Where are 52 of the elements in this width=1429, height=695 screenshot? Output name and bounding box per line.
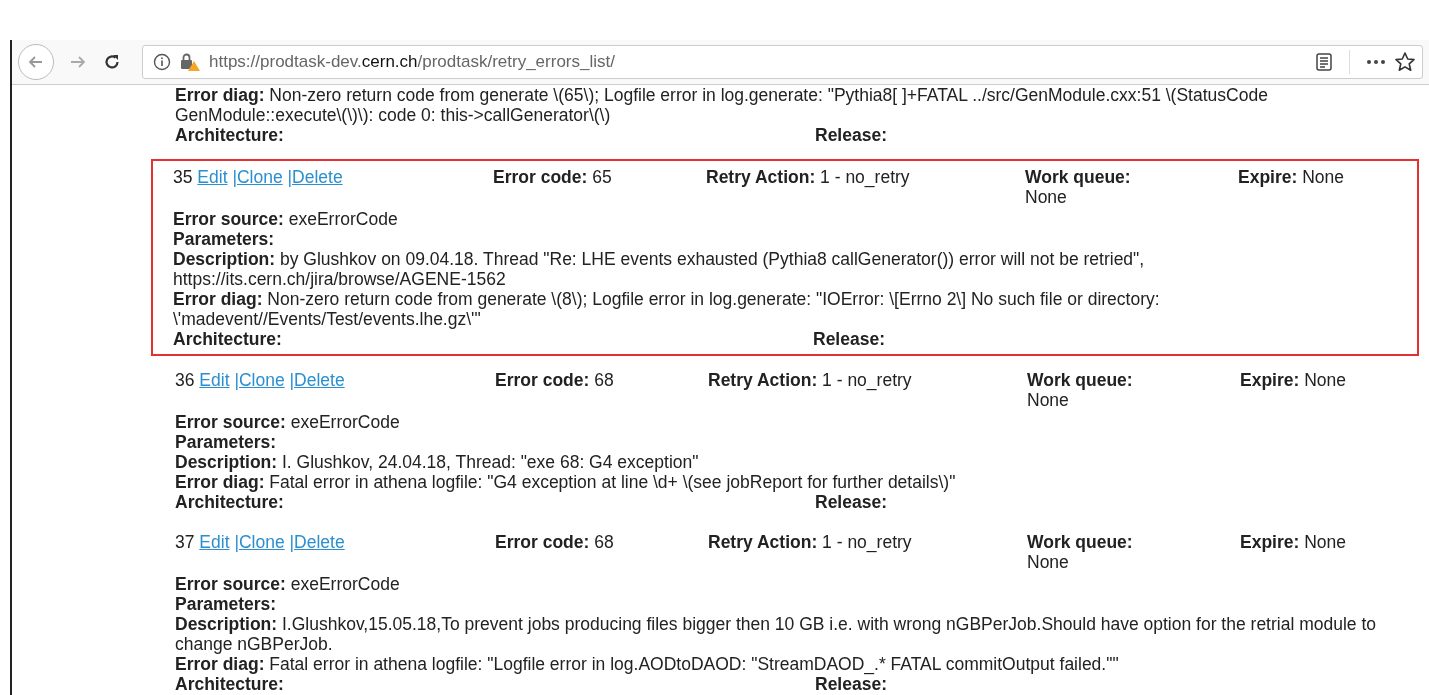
- record-field: Description: by Glushkov on 09.04.18. Thread "Re: LHE events exhausted (Pythia8 callGenerator()) error will not be retried", https://its.cern.ch/jira/browse/AGENE-1562: [173, 249, 1407, 289]
- record-field: Architecture:: [175, 492, 815, 512]
- record-field: Retry Action: 1 - no_retry: [708, 532, 1027, 552]
- record-field: Description: I.Glushkov,15.05.18,To prevent jobs producing files bigger then 10 GB i.e. with wrong nGBPerJob.Should have option for the retrial module to change nGBPerJob.: [175, 614, 1409, 654]
- star-icon[interactable]: [1394, 51, 1416, 73]
- lock-warning-icon[interactable]: [179, 52, 201, 72]
- record-field: Release:: [813, 329, 885, 349]
- record-id: 35: [173, 167, 193, 187]
- record-field: Work queue: None: [1027, 532, 1167, 572]
- action-link[interactable]: |Delete: [289, 532, 345, 552]
- record-field: Work queue: None: [1027, 370, 1167, 410]
- reader-view-icon[interactable]: [1315, 52, 1333, 72]
- record-field: Error diag: Fatal error in athena logfile: "G4 exception at line \d+ \(see jobReport for further details\)": [175, 472, 1409, 492]
- record-field: Error source: exeErrorCode: [175, 574, 1409, 594]
- action-link[interactable]: Edit: [197, 167, 228, 187]
- url-text: https://prodtask-dev.cern.ch/prodtask/retry_errors_list/: [209, 52, 615, 72]
- record-field: Release:: [815, 492, 887, 512]
- action-link[interactable]: |Clone: [234, 532, 285, 552]
- action-link[interactable]: |Delete: [289, 370, 345, 390]
- record-field: Release:: [815, 125, 887, 145]
- record-field: Description: I. Glushkov, 24.04.18, Thread: "exe 68: G4 exception": [175, 452, 1409, 472]
- record-field: Error diag: Fatal error in athena logfile: "Logfile error in log.AODtoDAOD: "StreamDAOD_.* FATAL commitOutput failed."": [175, 654, 1409, 674]
- action-link[interactable]: |Delete: [287, 167, 343, 187]
- record-field: Error code: 65: [493, 167, 706, 187]
- record-id: 36: [175, 370, 195, 390]
- record-field: Retry Action: 1 - no_retry: [706, 167, 1025, 187]
- record-field: Error code: 68: [495, 370, 708, 390]
- record-field: Architecture:: [173, 329, 813, 349]
- record-field: Error diag: Non-zero return code from generate \(8\); Logfile error in log.generate: "IOError: \[Errno 2\] No such file or directory: \'madevent//Events/Test/events.lhe.gz\'": [173, 289, 1407, 329]
- record-field: Parameters:: [173, 229, 1407, 249]
- record-field: Error source: exeErrorCode: [175, 412, 1409, 432]
- info-icon[interactable]: [153, 53, 171, 71]
- record-field: Expire: None: [1238, 167, 1345, 187]
- record-field: Work queue: None: [1025, 167, 1165, 207]
- record-field: Retry Action: 1 - no_retry: [708, 370, 1027, 390]
- record-field: Error code: 68: [495, 532, 708, 552]
- record-field: Architecture:: [175, 125, 815, 145]
- action-link[interactable]: |Clone: [232, 167, 283, 187]
- record-field: Release:: [815, 674, 887, 694]
- record-field: Parameters:: [175, 594, 1409, 614]
- record-field: Expire: None: [1240, 532, 1347, 552]
- record-field: Error diag: Non-zero return code from generate \(65\); Logfile error in log.generate: "Pythia8[ ]+FATAL ../src/GenModule.cxx:51 \(StatusCode GenModule::execute\(\)\): code 0: this->callGenerator\(\): [175, 85, 1409, 125]
- record-field: Error source: exeErrorCode: [173, 209, 1407, 229]
- record-id: 37: [175, 532, 195, 552]
- more-icon[interactable]: [1366, 59, 1386, 65]
- record-field: Architecture:: [175, 674, 815, 694]
- address-bar[interactable]: https://prodtask-dev.cern.ch/prodtask/retry_errors_list/: [142, 45, 1423, 79]
- action-link[interactable]: |Clone: [234, 370, 285, 390]
- record-field: Expire: None: [1240, 370, 1347, 390]
- action-link[interactable]: Edit: [199, 532, 230, 552]
- record-field: Parameters:: [175, 432, 1409, 452]
- action-link[interactable]: Edit: [199, 370, 230, 390]
